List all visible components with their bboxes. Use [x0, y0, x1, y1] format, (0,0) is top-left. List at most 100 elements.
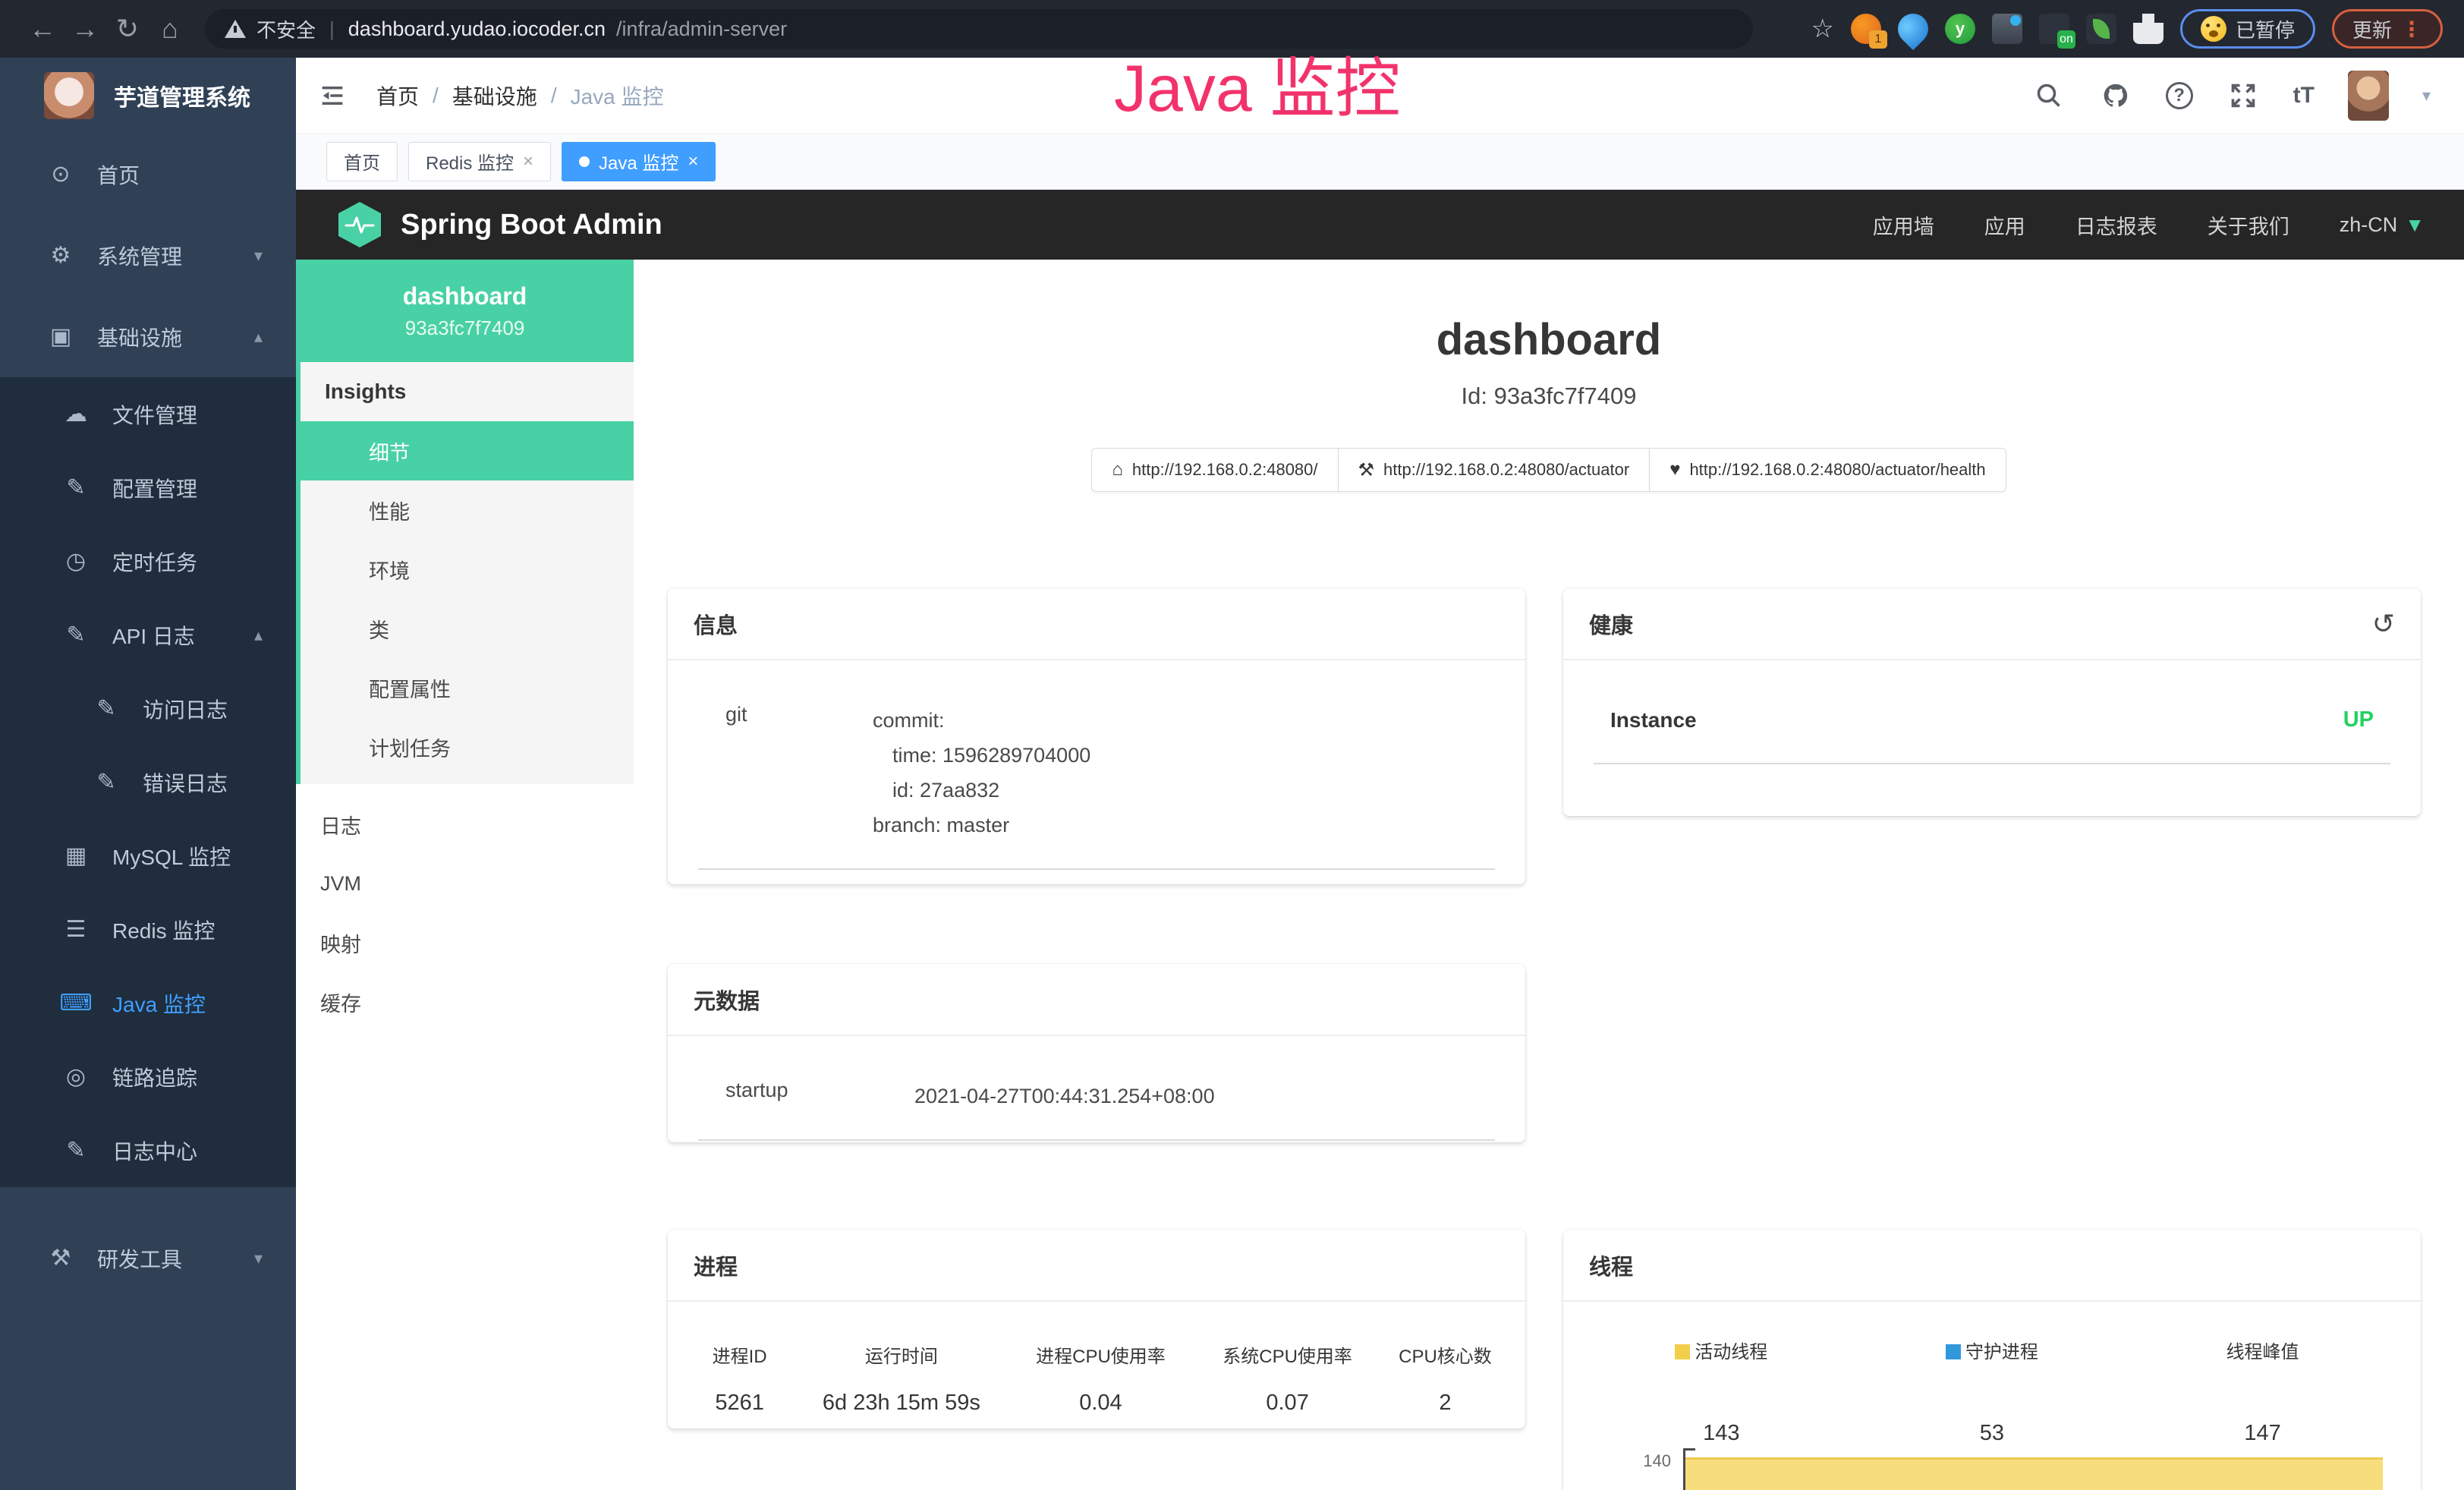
val-process-cpu: 0.04 — [1005, 1391, 1197, 1416]
extensions-puzzle-icon[interactable] — [2133, 14, 2163, 44]
close-icon[interactable]: × — [523, 151, 533, 172]
help-icon[interactable]: ? — [2166, 82, 2193, 109]
extension-icon-grid[interactable] — [1992, 14, 2022, 44]
sidebar-item-log-center[interactable]: ✎ 日志中心 — [0, 1114, 296, 1187]
sba-instance-block[interactable]: dashboard 93a3fc7f7409 — [296, 260, 634, 362]
health-url-button[interactable]: ♥ http://192.168.0.2:48080/actuator/heal… — [1650, 448, 2006, 492]
github-icon[interactable] — [2099, 79, 2132, 112]
sba-item-mappings[interactable]: 映射 — [296, 913, 634, 972]
eye-icon: ◎ — [59, 1063, 93, 1090]
sidebar-item-redis-monitor[interactable]: ☰ Redis 监控 — [0, 893, 296, 966]
health-instance-row: Instance UP — [1594, 660, 2390, 764]
extension-icon-switch[interactable]: on — [2039, 14, 2069, 44]
chevron-down-icon[interactable]: ▾ — [2422, 86, 2431, 106]
font-size-icon[interactable]: tT — [2293, 83, 2315, 109]
emoji-face-icon — [2201, 16, 2226, 42]
sba-item-scheduled-tasks[interactable]: 计划任务 — [301, 717, 634, 777]
home-icon[interactable]: ⌂ — [149, 8, 191, 50]
sba-item-logs[interactable]: 日志 — [296, 795, 634, 854]
legend-swatch-yellow — [1675, 1344, 1690, 1359]
val-pid: 5261 — [681, 1391, 798, 1416]
extension-icon-orange[interactable]: 1 — [1851, 14, 1881, 44]
tab-redis-monitor[interactable]: Redis 监控 × — [408, 142, 551, 181]
breadcrumb-home[interactable]: 首页 — [376, 80, 419, 111]
sba-item-environment[interactable]: 环境 — [301, 540, 634, 599]
sidebar-item-mysql-monitor[interactable]: ▦ MySQL 监控 — [0, 819, 296, 893]
search-icon[interactable] — [2032, 79, 2066, 112]
info-card: 信息 git commit: time: 1596289704000 id: 2… — [668, 588, 1525, 884]
security-label: 不安全 — [256, 15, 316, 43]
collapse-sidebar-icon[interactable] — [319, 80, 352, 111]
log-icon: ✎ — [59, 1137, 93, 1164]
info-git-row: git commit: time: 1596289704000 id: 27aa… — [698, 660, 1495, 868]
sidebar-item-devtools[interactable]: ⚒ 研发工具 ▾ — [0, 1218, 296, 1299]
sba-item-caches[interactable]: 缓存 — [296, 972, 634, 1032]
app-logo-row[interactable]: 芋道管理系统 — [0, 58, 296, 134]
reload-icon[interactable]: ↻ — [106, 8, 149, 50]
app-logo — [44, 72, 94, 119]
gear-icon: ⚙ — [44, 242, 77, 269]
val-uptime: 6d 23h 15m 59s — [798, 1391, 1005, 1416]
infra-submenu: ☁ 文件管理 ✎ 配置管理 ◷ 定时任务 ✎ API 日志 ▴ ✎ — [0, 377, 296, 1187]
sidebar-item-java-monitor[interactable]: ⌨ Java 监控 — [0, 966, 296, 1040]
browser-menu-icon[interactable]: ⋮ — [2401, 17, 2422, 42]
sidebar-item-files[interactable]: ☁ 文件管理 — [0, 377, 296, 451]
sba-item-details[interactable]: 细节 — [296, 421, 634, 480]
breadcrumb-current: Java 监控 — [571, 80, 664, 111]
breadcrumb: 首页 / 基础设施 / Java 监控 — [376, 80, 664, 111]
extension-icon-pin[interactable] — [1892, 8, 1935, 51]
sidebar-item-api-log[interactable]: ✎ API 日志 ▴ — [0, 598, 296, 672]
sidebar-item-config[interactable]: ✎ 配置管理 — [0, 451, 296, 524]
user-avatar[interactable] — [2348, 71, 2389, 121]
bookmark-star-icon[interactable]: ☆ — [1811, 14, 1833, 44]
sba-nav-wallboard[interactable]: 应用墙 — [1873, 210, 1934, 240]
sba-header: Spring Boot Admin 应用墙 应用 日志报表 关于我们 zh-CN… — [296, 190, 2464, 260]
update-button[interactable]: 更新 ⋮ — [2332, 9, 2443, 49]
actuator-url-button[interactable]: ⚒ http://192.168.0.2:48080/actuator — [1339, 448, 1651, 492]
sidebar-item-scheduled-jobs[interactable]: ◷ 定时任务 — [0, 524, 296, 598]
tab-java-monitor[interactable]: Java 监控 × — [562, 142, 716, 181]
fullscreen-icon[interactable] — [2226, 79, 2260, 112]
back-icon[interactable]: ← — [21, 8, 64, 50]
sba-nav-about[interactable]: 关于我们 — [2208, 210, 2289, 240]
extension-badge: 1 — [1869, 30, 1887, 49]
process-card: 进程 进程ID 运行时间 进程CPU使用率 系统CPU使用率 CPU核心数 52… — [668, 1230, 1525, 1429]
tab-home[interactable]: 首页 — [326, 142, 398, 181]
sba-item-jvm[interactable]: JVM — [296, 854, 634, 913]
sba-brand-title[interactable]: Spring Boot Admin — [401, 209, 662, 241]
sba-item-classes[interactable]: 类 — [301, 599, 634, 658]
monitor-icon: ▣ — [44, 323, 77, 350]
extension-icon-leaf[interactable] — [2086, 14, 2116, 44]
sba-root-items: 日志 JVM 映射 缓存 — [296, 784, 634, 1032]
sidebar-item-access-log[interactable]: ✎ 访问日志 — [0, 672, 296, 745]
history-icon[interactable]: ↺ — [2372, 608, 2395, 640]
header-actions: ? tT ▾ — [2032, 71, 2431, 121]
insecure-warning-icon — [225, 20, 246, 38]
forward-icon[interactable]: → — [64, 8, 106, 50]
log-icon: ✎ — [90, 695, 123, 722]
sidebar-item-system[interactable]: ⚙ 系统管理 ▾ — [0, 215, 296, 296]
sidebar-item-error-log[interactable]: ✎ 错误日志 — [0, 745, 296, 819]
sidebar-item-home[interactable]: ⊙ 首页 — [0, 134, 296, 215]
daemon-threads-value: 53 — [1857, 1421, 2128, 1446]
sba-item-config-props[interactable]: 配置属性 — [301, 658, 634, 717]
service-url-button[interactable]: ⌂ http://192.168.0.2:48080/ — [1091, 448, 1338, 492]
col-pid: 进程ID — [681, 1341, 798, 1368]
breadcrumb-infra[interactable]: 基础设施 — [452, 80, 537, 111]
val-cpu-cores: 2 — [1379, 1391, 1512, 1416]
paused-indicator[interactable]: 已暂停 — [2180, 9, 2315, 49]
close-icon[interactable]: × — [688, 151, 698, 172]
chevron-up-icon: ▴ — [254, 327, 263, 347]
locale-select[interactable]: zh-CN ▼ — [2340, 213, 2425, 237]
instance-links: ⌂ http://192.168.0.2:48080/ ⚒ http://192… — [634, 448, 2464, 492]
address-bar[interactable]: 不安全 | dashboard.yudao.iocoder.cn/infra/a… — [205, 9, 1753, 49]
extension-icon-green[interactable]: y — [1945, 14, 1975, 44]
sba-nav-journal[interactable]: 日志报表 — [2075, 210, 2157, 240]
sidebar-item-infra[interactable]: ▣ 基础设施 ▴ — [0, 296, 296, 377]
paused-label: 已暂停 — [2236, 15, 2295, 43]
sba-item-metrics[interactable]: 性能 — [301, 480, 634, 540]
sidebar-item-tracing[interactable]: ◎ 链路追踪 — [0, 1040, 296, 1114]
sba-nav-applications[interactable]: 应用 — [1984, 210, 2025, 240]
instance-name: dashboard — [403, 282, 527, 310]
sba-nav: 应用墙 应用 日志报表 关于我们 zh-CN ▼ — [1873, 210, 2425, 240]
